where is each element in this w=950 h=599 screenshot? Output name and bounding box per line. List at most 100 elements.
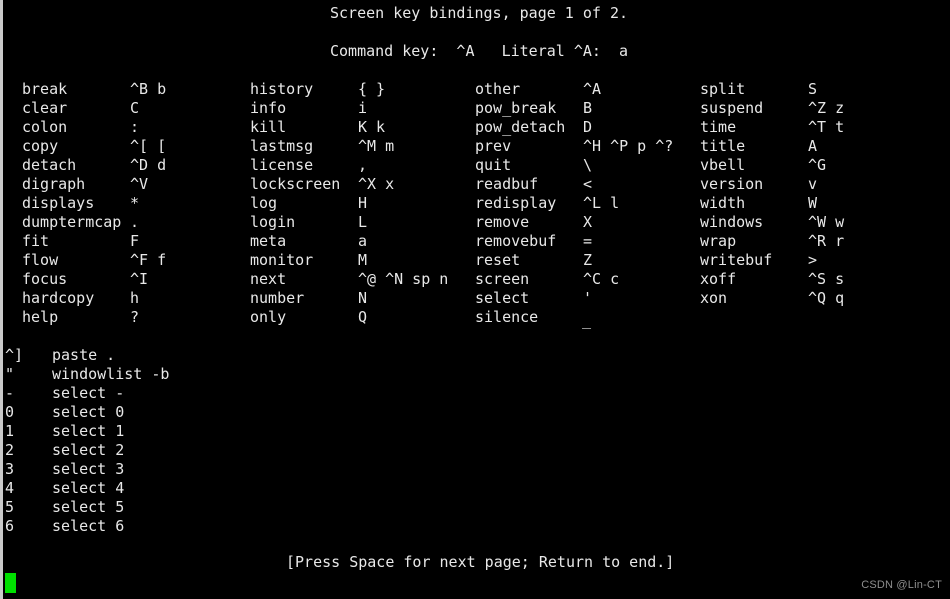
footer-prompt: [Press Space for next page; Return to en… xyxy=(286,553,675,571)
extra-key-bindings-list: ^] paste . " windowlist -b - select - 0 select … xyxy=(0,346,950,536)
key-binding-row: meta a xyxy=(250,232,448,251)
silence-wrapped-key: _ xyxy=(582,311,592,329)
binding-key: Q xyxy=(358,308,368,326)
binding-command: reset xyxy=(475,251,521,269)
extra-binding-key: 6 xyxy=(5,517,15,535)
binding-key: = xyxy=(583,232,593,250)
key-binding-row: monitor M xyxy=(250,251,448,270)
extra-binding-key: " xyxy=(5,365,15,383)
extra-binding-key: 1 xyxy=(5,422,15,440)
binding-command: split xyxy=(700,80,746,98)
key-binding-row: displays * xyxy=(22,194,166,213)
binding-command: fit xyxy=(22,232,50,250)
key-binding-row: writebuf > xyxy=(700,251,844,270)
binding-command: next xyxy=(250,270,287,288)
terminal-cursor xyxy=(5,573,16,593)
binding-key: i xyxy=(358,99,368,117)
binding-command: width xyxy=(700,194,746,212)
key-binding-row: next ^@ ^N sp n xyxy=(250,270,448,289)
key-binding-row: removebuf = xyxy=(475,232,673,251)
binding-key: Z xyxy=(583,251,593,269)
extra-binding-key: 3 xyxy=(5,460,15,478)
binding-command: copy xyxy=(22,137,59,155)
key-binding-row: only Q xyxy=(250,308,448,327)
binding-key: F xyxy=(130,232,140,250)
binding-key: ^H ^P p ^? xyxy=(583,137,674,155)
key-binding-row: copy ^[ [ xyxy=(22,137,166,156)
binding-key: ^[ [ xyxy=(130,137,167,155)
extra-binding-command: windowlist -b xyxy=(52,365,170,383)
extra-binding-command: select 1 xyxy=(52,422,125,440)
key-binding-row: version v xyxy=(700,175,844,194)
key-binding-row: split S xyxy=(700,80,844,99)
key-binding-row: prev ^H ^P p ^? xyxy=(475,137,673,156)
key-binding-row: login L xyxy=(250,213,448,232)
binding-command: pow_break xyxy=(475,99,557,117)
extra-binding-row: 4 select 4 xyxy=(0,479,950,498)
binding-command: xon xyxy=(700,289,728,307)
binding-key: K k xyxy=(358,118,386,136)
binding-key: ^L l xyxy=(583,194,620,212)
binding-key: ^F f xyxy=(130,251,167,269)
binding-key: ^Q q xyxy=(808,289,845,307)
watermark: CSDN @Lin-CT xyxy=(861,579,942,591)
key-bindings-table: break ^B b clear Ccolon: copy ^[ [detach ^D dd… xyxy=(0,80,950,330)
extra-binding-command: select 5 xyxy=(52,498,125,516)
binding-command: break xyxy=(22,80,68,98)
key-binding-row: help? xyxy=(22,308,166,327)
binding-command: screen xyxy=(475,270,530,288)
key-binding-row: fit F xyxy=(22,232,166,251)
key-binding-row: break ^B b xyxy=(22,80,166,99)
extra-binding-key: 0 xyxy=(5,403,15,421)
binding-command: colon xyxy=(22,118,68,136)
binding-command: removebuf xyxy=(475,232,557,250)
key-binding-row: windows ^W w xyxy=(700,213,844,232)
binding-command: quit xyxy=(475,156,512,174)
binding-key: : xyxy=(130,118,140,136)
binding-command: lockscreen xyxy=(250,175,341,193)
key-binding-row: log H xyxy=(250,194,448,213)
key-binding-row: other ^A xyxy=(475,80,673,99)
binding-command: select xyxy=(475,289,530,307)
extra-binding-row: ^] paste . xyxy=(0,346,950,365)
binding-key: L xyxy=(358,213,368,231)
binding-key: \ xyxy=(583,156,593,174)
extra-binding-row: " windowlist -b xyxy=(0,365,950,384)
key-binding-row: title A xyxy=(700,137,844,156)
key-binding-row: screen ^C c xyxy=(475,270,673,289)
binding-command: silence xyxy=(475,308,539,326)
binding-command: pow_detach xyxy=(475,118,566,136)
key-binding-row: readbuf < xyxy=(475,175,673,194)
binding-key: A xyxy=(808,137,818,155)
key-binding-row: history { } xyxy=(250,80,448,99)
key-binding-row: focus ^I xyxy=(22,270,166,289)
binding-command: monitor xyxy=(250,251,314,269)
extra-binding-row: - select - xyxy=(0,384,950,403)
terminal-window[interactable]: Screen key bindings, page 1 of 2. Comman… xyxy=(0,0,950,599)
binding-command: writebuf xyxy=(700,251,773,269)
extra-binding-key: 2 xyxy=(5,441,15,459)
extra-binding-row: 6 select 6 xyxy=(0,517,950,536)
key-binding-row: redisplay ^L l xyxy=(475,194,673,213)
binding-key: M xyxy=(358,251,368,269)
key-binding-row: hardcopy h xyxy=(22,289,166,308)
binding-command: hardcopy xyxy=(22,289,95,307)
binding-key: ^T t xyxy=(808,118,845,136)
key-binding-row: lastmsg ^M m xyxy=(250,137,448,156)
binding-command: detach xyxy=(22,156,77,174)
key-binding-row: xon ^Q q xyxy=(700,289,844,308)
binding-command: log xyxy=(250,194,278,212)
key-binding-row: xoff ^S s xyxy=(700,270,844,289)
extra-binding-command: select 3 xyxy=(52,460,125,478)
binding-command: xoff xyxy=(700,270,737,288)
binding-key: ^W w xyxy=(808,213,845,231)
key-binding-row: time ^T t xyxy=(700,118,844,137)
extra-binding-key: 4 xyxy=(5,479,15,497)
binding-key: . xyxy=(130,213,140,231)
binding-key: * xyxy=(130,194,140,212)
key-binding-row: pow_break B xyxy=(475,99,673,118)
binding-key: ^R r xyxy=(808,232,845,250)
bindings-column-2: history{ } info i kill K k lastmsg ^M m license… xyxy=(250,80,448,327)
bindings-column-4: split Ssuspend ^Z z time ^T t title Avbell ^G ve… xyxy=(700,80,844,327)
extra-binding-row: 1 select 1 xyxy=(0,422,950,441)
